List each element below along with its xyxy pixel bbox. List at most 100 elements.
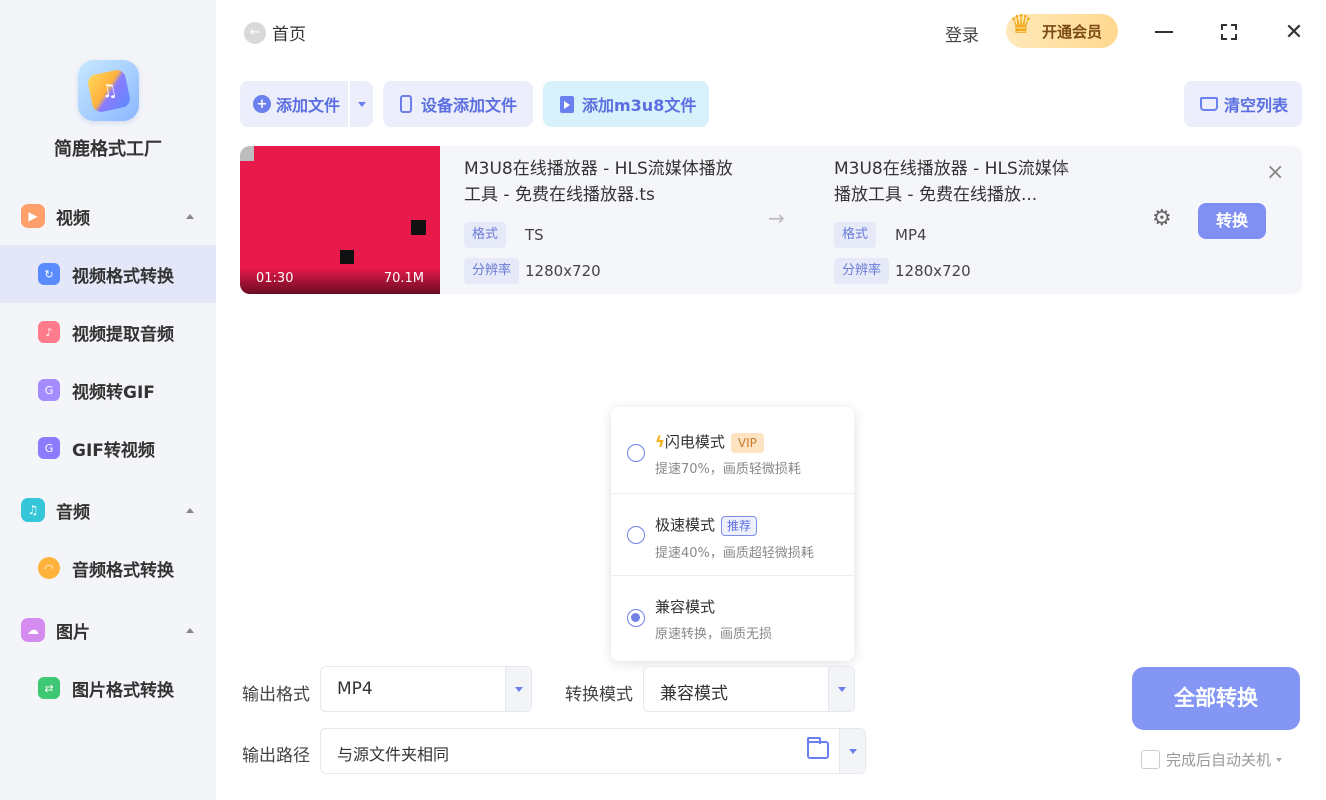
add-file-dropdown[interactable] bbox=[348, 81, 373, 127]
mode-radio[interactable] bbox=[627, 444, 645, 462]
category-audio[interactable]: ♫ 音频 bbox=[0, 492, 216, 528]
home-link[interactable]: ← 首页 bbox=[244, 20, 306, 45]
target-resolution-value: 1280x720 bbox=[895, 262, 971, 280]
file-card: 01:30 70.1M M3U8在线播放器 - HLS流媒体播放工具 - 免费在… bbox=[240, 146, 1302, 294]
target-format-tag: 格式 bbox=[834, 222, 877, 248]
thumbnail-cell bbox=[282, 146, 298, 161]
convert-button[interactable]: 转换 bbox=[1198, 203, 1266, 239]
thumbnail-cell bbox=[282, 160, 298, 176]
thumbnail-cell bbox=[354, 205, 369, 220]
mode-option-compatible[interactable]: 兼容模式 原速转换，画质无损 bbox=[611, 575, 854, 657]
device-add-file-button[interactable]: 设备添加文件 bbox=[383, 81, 533, 127]
thumbnail-cell bbox=[282, 249, 298, 265]
output-path-select[interactable]: 与源文件夹相同 bbox=[320, 728, 866, 774]
mode-title: 极速模式 推荐 bbox=[655, 514, 758, 536]
mode-option-fast[interactable]: 极速模式 推荐 提速40%，画质超轻微损耗 bbox=[611, 493, 854, 575]
sidebar-item-label: 视频转GIF bbox=[72, 382, 155, 403]
close-window-button[interactable]: ✕ bbox=[1280, 18, 1308, 46]
convert-all-button[interactable]: 全部转换 bbox=[1132, 667, 1300, 730]
thumbnail-cell bbox=[382, 146, 398, 161]
dropdown-toggle[interactable] bbox=[828, 667, 854, 711]
conversion-mode-select[interactable]: 兼容模式 bbox=[643, 666, 855, 712]
mode-title-text: 极速模式 bbox=[655, 516, 716, 534]
thumbnail-cell bbox=[368, 205, 383, 220]
thumbnail-cell bbox=[240, 205, 255, 220]
auto-shutdown-checkbox[interactable] bbox=[1141, 750, 1160, 769]
dropdown-toggle[interactable] bbox=[505, 667, 531, 711]
thumbnail-cell bbox=[254, 160, 269, 176]
clear-list-button[interactable]: 清空列表 bbox=[1184, 81, 1302, 127]
output-path-value: 与源文件夹相同 bbox=[337, 745, 450, 764]
sidebar-item-video-to-gif[interactable]: G 视频转GIF bbox=[0, 361, 216, 419]
thumbnail-cell bbox=[339, 175, 355, 191]
thumbnail-cell bbox=[240, 220, 255, 235]
thumbnail-cell bbox=[397, 220, 412, 235]
add-m3u8-button[interactable]: 添加m3u8文件 bbox=[543, 81, 709, 127]
thumbnail-cell bbox=[240, 249, 255, 265]
thumbnail-cell bbox=[382, 249, 398, 265]
thumbnail-cell bbox=[425, 220, 440, 235]
maximize-button[interactable] bbox=[1215, 18, 1243, 46]
dropdown-toggle[interactable] bbox=[839, 729, 865, 773]
source-file-name: M3U8在线播放器 - HLS流媒体播放工具 - 免费在线播放器.ts bbox=[464, 159, 733, 205]
sidebar-item-video-extract-audio[interactable]: ♪ 视频提取音频 bbox=[0, 303, 216, 361]
thumbnail-cell bbox=[411, 175, 426, 191]
remove-file-close-icon[interactable]: × bbox=[1266, 160, 1284, 185]
collapse-caret-icon[interactable] bbox=[186, 507, 194, 513]
target-file-name: M3U8在线播放器 - HLS流媒体播放工具 - 免费在线播放... bbox=[834, 159, 1069, 205]
play-file-icon bbox=[560, 95, 574, 113]
auto-shutdown-option[interactable]: 完成后自动关机 bbox=[1141, 749, 1283, 770]
gif-icon: G bbox=[38, 379, 60, 401]
clear-list-label: 清空列表 bbox=[1224, 96, 1289, 115]
collapse-caret-icon[interactable] bbox=[186, 627, 194, 633]
sidebar-item-video-format-convert[interactable]: ↻ 视频格式转换 bbox=[0, 245, 216, 303]
login-link[interactable]: 登录 bbox=[945, 21, 979, 46]
conversion-mode-value: 兼容模式 bbox=[660, 684, 728, 704]
chevron-down-icon[interactable] bbox=[1276, 757, 1283, 762]
collapse-caret-icon[interactable] bbox=[186, 213, 194, 219]
output-format-select[interactable]: MP4 bbox=[320, 666, 532, 712]
thumbnail-cell bbox=[311, 249, 326, 265]
gear-icon[interactable]: ⚙ bbox=[1152, 206, 1172, 231]
thumbnail-cell bbox=[282, 220, 298, 235]
thumbnail-cell bbox=[268, 146, 283, 161]
category-image[interactable]: ☁ 图片 bbox=[0, 612, 216, 648]
edit-pencil-icon[interactable]: ✎ bbox=[1058, 160, 1071, 178]
category-video[interactable]: ▶ 视频 bbox=[0, 198, 216, 234]
vip-button[interactable]: ♛ 开通会员 bbox=[1006, 10, 1118, 48]
mode-option-lightning[interactable]: ϟ闪电模式 VIP 提速70%，画质轻微损耗 bbox=[611, 407, 854, 489]
close-icon: ✕ bbox=[1284, 19, 1304, 45]
thumbnail-cell bbox=[425, 175, 440, 191]
category-label: 音频 bbox=[56, 502, 90, 523]
thumbnail-cell bbox=[368, 190, 383, 206]
video-thumbnail[interactable]: 01:30 70.1M bbox=[240, 146, 440, 294]
thumbnail-cell bbox=[268, 249, 283, 265]
thumbnail-cell bbox=[425, 205, 440, 220]
thumbnail-cell bbox=[425, 234, 440, 250]
sidebar-item-image-format-convert[interactable]: ⇄ 图片格式转换 bbox=[0, 659, 216, 717]
thumbnail-cell bbox=[297, 175, 312, 191]
thumbnail-cell bbox=[240, 234, 255, 250]
thumbnail-cell bbox=[354, 146, 369, 161]
thumbnail-cell bbox=[382, 205, 398, 220]
thumbnail-cell bbox=[397, 249, 412, 265]
lightning-icon: ϟ bbox=[655, 433, 665, 451]
folder-icon[interactable] bbox=[807, 737, 829, 759]
sidebar-item-audio-format-convert[interactable]: ◠ 音频格式转换 bbox=[0, 539, 216, 597]
mode-radio[interactable] bbox=[627, 526, 645, 544]
thumbnail-cell bbox=[368, 249, 383, 265]
sidebar-item-gif-to-video[interactable]: G GIF转视频 bbox=[0, 419, 216, 477]
thumbnail-cell bbox=[240, 160, 255, 176]
thumbnail-cell bbox=[397, 205, 412, 220]
minimize-button[interactable] bbox=[1150, 18, 1178, 46]
category-label: 图片 bbox=[56, 622, 90, 643]
thumbnail-cell bbox=[339, 220, 355, 235]
thumbnail-cell bbox=[311, 220, 326, 235]
thumbnail-cell bbox=[411, 205, 426, 220]
thumbnail-cell bbox=[297, 146, 312, 161]
thumbnail-cell bbox=[254, 175, 269, 191]
add-file-label: 添加文件 bbox=[276, 96, 341, 115]
add-file-button[interactable]: + 添加文件 bbox=[240, 81, 373, 127]
mode-radio-checked[interactable] bbox=[627, 609, 645, 627]
thumbnail-cell bbox=[240, 175, 255, 191]
